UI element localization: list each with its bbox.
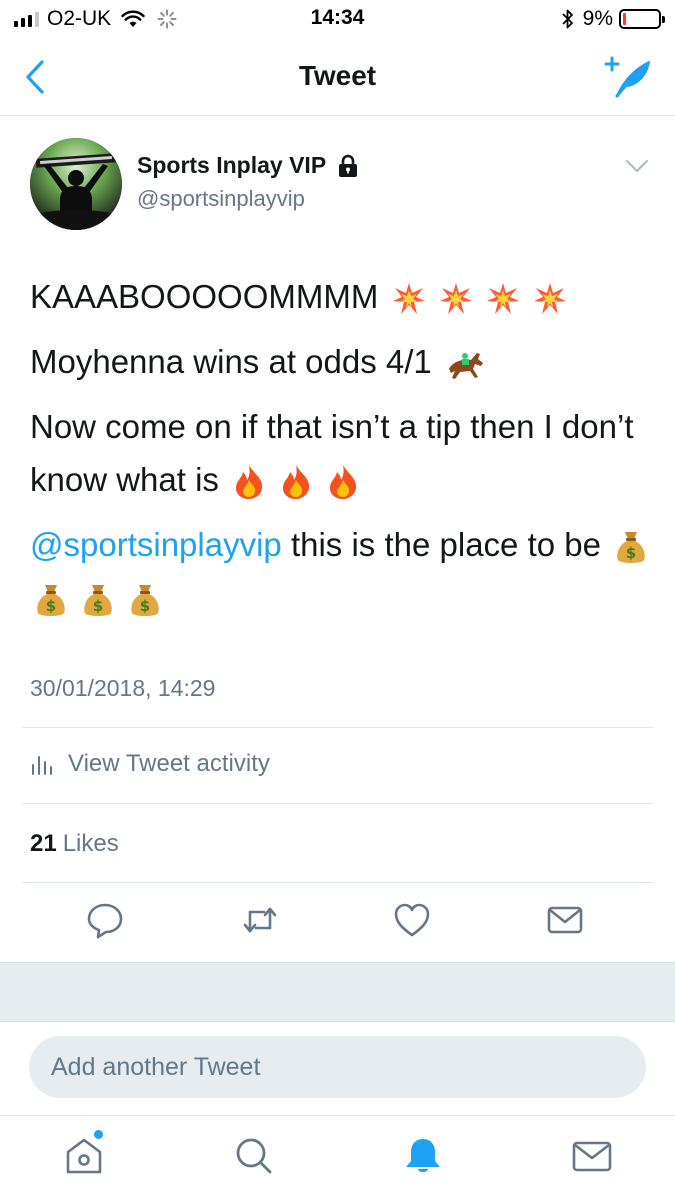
svg-text:$: $ <box>46 597 56 615</box>
tab-bar <box>0 1115 675 1200</box>
money-bag-emoji-icon: $ <box>34 582 68 618</box>
tweet-timestamp: 30/01/2018, 14:29 <box>30 675 216 701</box>
notifications-icon[interactable] <box>401 1134 445 1178</box>
battery-percent: 9% <box>582 7 613 30</box>
tweet-line-4-text: this is the place to be <box>281 526 601 563</box>
compose-tweet-icon[interactable] <box>603 52 653 102</box>
tweet-line-1-text: KAAABOOOOOMMMM <box>30 278 379 315</box>
money-bag-emoji-icon: $ <box>614 529 648 565</box>
collision-emoji-icon <box>486 282 520 316</box>
tweet-line-2: Moyhenna wins at odds 4/1 <box>30 335 650 388</box>
share-mail-icon[interactable] <box>545 900 585 940</box>
divider <box>22 803 653 804</box>
battery-level-fill <box>623 13 626 25</box>
battery-icon <box>619 9 665 29</box>
avatar-image <box>30 138 122 230</box>
navigation-bar: Tweet <box>0 38 675 116</box>
display-name-text: Sports Inplay VIP <box>137 152 327 178</box>
reply-placeholder: Add another Tweet <box>51 1052 261 1081</box>
fire-emoji-icon <box>232 464 266 500</box>
like-icon[interactable] <box>392 900 432 940</box>
fire-emoji-icon <box>326 464 360 500</box>
money-bag-emoji-icon: $ <box>81 582 115 618</box>
likes-number: 21 <box>30 830 57 857</box>
divider <box>22 882 653 883</box>
likes-count[interactable]: 21 Likes <box>30 830 119 858</box>
display-name[interactable]: Sports Inplay VIP <box>137 152 360 179</box>
money-bag-emoji-icon: $ <box>128 582 162 618</box>
view-tweet-activity-label: View Tweet activity <box>68 750 270 777</box>
tweet-line-2-text: Moyhenna wins at odds 4/1 <box>30 343 432 380</box>
svg-text:$: $ <box>140 597 150 615</box>
bluetooth-icon <box>562 9 573 29</box>
collision-emoji-group <box>378 278 567 315</box>
view-tweet-activity-button[interactable]: View Tweet activity <box>30 750 270 778</box>
fire-emoji-group <box>219 461 361 500</box>
collision-emoji-icon <box>439 282 473 316</box>
collision-emoji-icon <box>533 282 567 316</box>
svg-text:$: $ <box>626 544 636 562</box>
messages-icon[interactable] <box>570 1134 614 1178</box>
user-handle[interactable]: @sportsinplayvip <box>137 186 305 212</box>
status-right: 9% <box>561 6 665 32</box>
svg-text:$: $ <box>93 597 103 615</box>
tweet-actions <box>0 900 675 944</box>
page-title: Tweet <box>298 60 377 91</box>
horse-racing-emoji-icon <box>445 347 485 381</box>
search-icon[interactable] <box>232 1134 276 1178</box>
tweet-text: KAAABOOOOOMMMM Moyhenna wins at odds 4/1… <box>30 270 650 636</box>
home-notification-dot <box>94 1130 103 1139</box>
likes-label: Likes <box>62 830 119 857</box>
reply-input[interactable]: Add another Tweet <box>29 1036 646 1098</box>
home-icon[interactable] <box>62 1134 106 1178</box>
reply-icon[interactable] <box>85 900 125 940</box>
collision-emoji-icon <box>392 282 426 316</box>
divider <box>22 727 653 728</box>
lock-icon <box>339 154 358 177</box>
mention-link[interactable]: @sportsinplayvip <box>30 526 282 563</box>
tweet-line-3: Now come on if that isn’t a tip then I d… <box>30 400 650 506</box>
fire-emoji-icon <box>279 464 313 500</box>
status-bar: O2-UK 14:34 9% <box>0 0 675 38</box>
tweet-line-1: KAAABOOOOOMMMM <box>30 270 650 323</box>
analytics-icon <box>32 756 52 775</box>
retweet-icon[interactable] <box>240 900 280 940</box>
chevron-down-icon[interactable] <box>625 158 649 174</box>
avatar[interactable] <box>30 138 122 230</box>
tweet-line-4: @sportsinplayvip this is the place to be… <box>30 518 650 624</box>
section-separator <box>0 962 675 1022</box>
